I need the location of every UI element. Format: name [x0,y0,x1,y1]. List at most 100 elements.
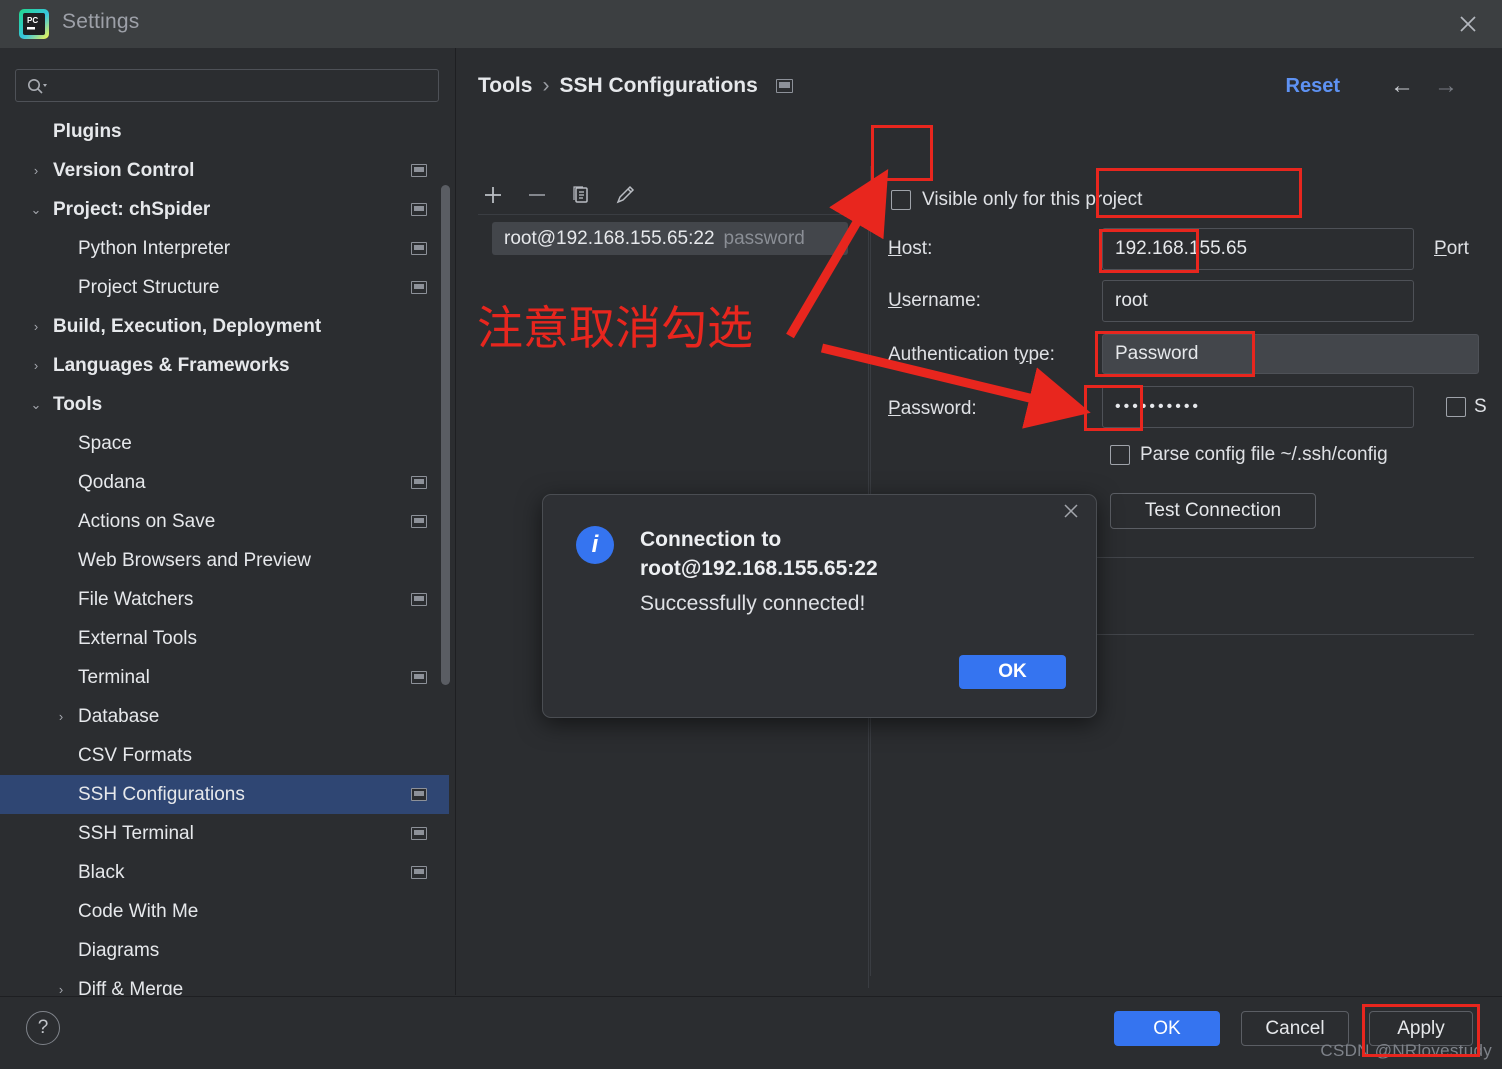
test-connection-label: Test Connection [1145,500,1281,522]
sidebar-item-label: Python Interpreter [78,238,230,260]
breadcrumb: Tools › SSH Configurations [478,74,793,98]
arrow-right-icon[interactable]: → [1434,74,1458,98]
save-password-label: S [1474,396,1487,418]
search-icon [26,77,48,95]
sidebar-item-label: Project Structure [78,277,220,299]
sidebar-item-label: Tools [53,394,102,416]
sidebar-item-web-browsers-and-preview[interactable]: Web Browsers and Preview [0,541,449,580]
sidebar-item-external-tools[interactable]: External Tools [0,619,449,658]
config-item-name: root@192.168.155.65:22 [504,228,715,250]
svg-text:PC: PC [27,16,38,25]
chevron-right-icon[interactable]: › [53,709,69,725]
info-icon-glyph: i [592,531,599,559]
authentication-type-label: Authentication type: [888,344,1055,366]
sidebar-item-ssh-terminal[interactable]: SSH Terminal [0,814,449,853]
dialog-title-line1: Connection to [640,525,1070,554]
sidebar-item-label: Database [78,706,159,728]
sidebar-item-label: Diagrams [78,940,159,962]
sidebar-item-space[interactable]: Space [0,424,449,463]
project-scope-badge-icon [411,515,427,528]
chevron-down-icon[interactable]: ⌄ [28,397,44,413]
sidebar-item-languages-frameworks[interactable]: ›Languages & Frameworks [0,346,449,385]
chevron-down-icon[interactable]: ⌄ [28,202,44,218]
sidebar-item-terminal[interactable]: Terminal [0,658,449,697]
dialog-ok-button[interactable]: OK [959,655,1066,689]
username-label: Username: [888,290,981,312]
annotation-note-text: 注意取消勾选 [477,292,753,358]
copy-icon[interactable] [566,180,596,210]
sidebar-item-project-chspider[interactable]: ⌄ Project: chSpider [0,190,449,229]
breadcrumb-separator-icon: › [542,74,549,98]
parse-config-checkbox[interactable] [1110,445,1130,465]
settings-tree: Plugins › Version Control ⌄ Project: chSpide… [0,112,455,995]
sidebar-item-black[interactable]: Black [0,853,449,892]
sidebar-item-label: Plugins [53,121,122,143]
host-input[interactable]: 192.168.155.65 [1102,228,1414,270]
sidebar-item-code-with-me[interactable]: Code With Me [0,892,449,931]
sidebar-item-label: Code With Me [78,901,198,923]
project-scope-badge-icon [411,788,427,801]
sidebar-item-label: Diff & Merge [78,979,183,996]
sidebar-item-version-control[interactable]: › Version Control [0,151,449,190]
project-scope-badge-icon [411,164,427,177]
settings-sidebar: Plugins › Version Control ⌄ Project: chSpide… [0,48,456,995]
info-icon: i [576,526,614,564]
search-box[interactable] [15,69,439,102]
sidebar-item-project-structure[interactable]: Project Structure [0,268,449,307]
sidebar-item-label: Version Control [53,160,194,182]
breadcrumb-root[interactable]: Tools [478,74,532,98]
sidebar-item-label: Terminal [78,667,150,689]
chevron-right-icon[interactable]: › [53,982,69,996]
authentication-type-select[interactable]: Password [1102,334,1479,374]
question-mark-icon[interactable]: ? [26,1011,60,1045]
chevron-right-icon[interactable]: › [28,319,44,335]
project-scope-badge-icon [411,281,427,294]
config-item-auth: password [724,228,805,250]
reset-button[interactable]: Reset [1286,75,1340,98]
pycharm-logo-icon: PC [18,8,50,40]
close-icon[interactable] [1448,6,1488,42]
arrow-left-icon[interactable]: ← [1390,74,1414,98]
breadcrumb-page: SSH Configurations [559,74,757,98]
username-input[interactable]: root [1102,280,1414,322]
sidebar-item-label: Project: chSpider [53,199,210,221]
save-password-checkbox[interactable] [1446,397,1466,417]
sidebar-item-tools[interactable]: ⌄ Tools [0,385,449,424]
ok-button[interactable]: OK [1114,1011,1220,1046]
window-title: Settings [62,10,139,34]
sidebar-item-ssh-configurations[interactable]: SSH Configurations [0,775,449,814]
project-scope-badge-icon [411,242,427,255]
sidebar-item-actions-on-save[interactable]: Actions on Save [0,502,449,541]
chevron-right-icon[interactable]: › [28,163,44,179]
password-input[interactable]: •••••••••• [1102,386,1414,428]
list-item[interactable]: root@192.168.155.65:22 password [492,222,848,255]
visible-only-checkbox[interactable] [891,190,911,210]
sidebar-item-database[interactable]: › Database [0,697,449,736]
sidebar-item-label: Web Browsers and Preview [78,550,311,572]
sidebar-item-label: Black [78,862,124,884]
sidebar-scrollbar[interactable] [441,185,450,685]
plus-icon[interactable] [478,180,508,210]
close-icon[interactable] [1058,501,1084,527]
sidebar-item-label: Qodana [78,472,146,494]
chevron-right-icon[interactable]: › [28,358,44,374]
sidebar-item-file-watchers[interactable]: File Watchers [0,580,449,619]
project-scope-badge-icon [776,79,793,93]
pencil-icon[interactable] [610,180,640,210]
project-scope-badge-icon [411,866,427,879]
sidebar-item-label: Space [78,433,132,455]
sidebar-item-label: File Watchers [78,589,193,611]
sidebar-item-label: Actions on Save [78,511,215,533]
sidebar-item-python-interpreter[interactable]: Python Interpreter [0,229,449,268]
search-input[interactable] [56,70,436,103]
minus-icon[interactable] [522,180,552,210]
sidebar-item-plugins[interactable]: Plugins [0,112,449,151]
sidebar-item-qodana[interactable]: Qodana [0,463,449,502]
sidebar-item-diff-merge[interactable]: › Diff & Merge [0,970,449,995]
port-label: Port [1434,238,1469,260]
sidebar-item-diagrams[interactable]: Diagrams [0,931,449,970]
sidebar-item-build-execution-deployment[interactable]: ›Build, Execution, Deployment [0,307,449,346]
sidebar-item-csv-formats[interactable]: CSV Formats [0,736,449,775]
sidebar-item-label: SSH Configurations [78,784,245,806]
test-connection-button[interactable]: Test Connection [1110,493,1316,529]
